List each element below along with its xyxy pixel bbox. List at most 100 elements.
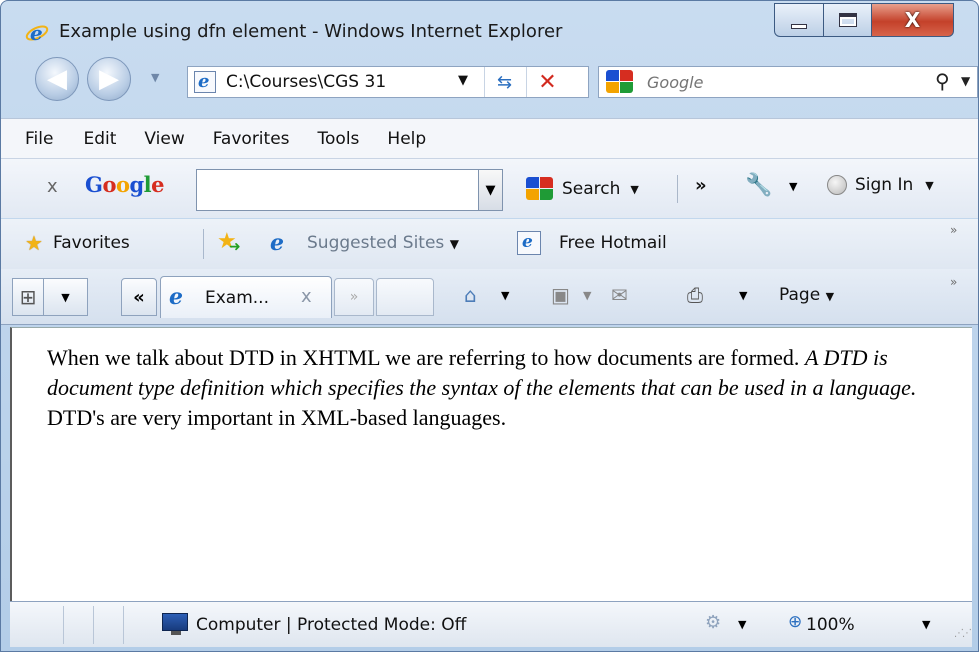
tab-list-button[interactable]: ▼ — [44, 278, 88, 316]
print-dropdown-icon[interactable]: ▼ — [739, 289, 747, 302]
tab-row: ⊞ ▼ « e Exam... x » ⌂ ▼ ▣ ▼ ✉ ⎙ ▼ Page ▼… — [1, 269, 978, 325]
minimize-button[interactable] — [774, 3, 824, 37]
menu-file[interactable]: File — [25, 129, 53, 149]
print-icon[interactable]: ⎙ — [687, 283, 703, 307]
maximize-button[interactable] — [824, 3, 872, 37]
paragraph-text-before: When we talk about DTD in XHTML we are r… — [47, 345, 805, 370]
feeds-icon[interactable]: ▣ — [551, 283, 570, 307]
toolbar-separator — [677, 175, 678, 203]
chevron-down-icon: ▼ — [61, 290, 70, 304]
window-title: Example using dfn element - Windows Inte… — [59, 21, 563, 42]
scroll-tabs-left-button[interactable]: « — [121, 278, 157, 316]
menu-favorites[interactable]: Favorites — [213, 129, 290, 149]
google-toolbar-search-input[interactable] — [196, 169, 479, 211]
logo-letter: g — [129, 172, 144, 197]
quick-tabs-button[interactable]: ⊞ — [12, 278, 44, 316]
scroll-tabs-right-button[interactable]: » — [334, 278, 374, 316]
favorites-button[interactable]: Favorites — [53, 233, 130, 253]
address-dropdown-icon[interactable]: ▼ — [458, 73, 468, 88]
google-search-label: Search — [562, 179, 621, 199]
title-bar[interactable]: e Example using dfn element - Windows In… — [1, 1, 978, 45]
maximize-icon — [838, 13, 857, 27]
scroll-right-icon: » — [349, 289, 359, 305]
command-bar-overflow-icon[interactable]: » — [950, 275, 957, 289]
svg-text:e: e — [30, 21, 43, 45]
refresh-icon: ⇆ — [496, 71, 513, 93]
menu-view[interactable]: View — [144, 129, 184, 149]
security-zone-text[interactable]: Computer | Protected Mode: Off — [196, 615, 466, 635]
new-tab-button[interactable] — [376, 278, 434, 316]
stop-icon: ✕ — [538, 69, 557, 95]
search-magnifier-icon[interactable]: ⚲ — [935, 69, 950, 93]
sign-in-button[interactable]: Sign In ▼ — [827, 175, 934, 195]
close-icon: X — [904, 8, 921, 32]
search-options-dropdown-icon[interactable]: ▼ — [961, 74, 970, 88]
minimize-icon — [791, 23, 807, 29]
chevron-down-icon: ▼ — [925, 178, 934, 192]
window-controls: X — [774, 3, 954, 37]
zoom-level[interactable]: 100% — [806, 615, 855, 635]
free-hotmail-link[interactable]: Free Hotmail — [559, 233, 667, 253]
menu-help[interactable]: Help — [387, 129, 426, 149]
ie-page-icon: e — [270, 230, 284, 256]
logo-letter: o — [115, 172, 130, 197]
recent-pages-dropdown[interactable]: ▼ — [151, 71, 165, 85]
favorites-bar-overflow-icon[interactable]: » — [950, 223, 957, 237]
favorites-separator — [203, 229, 204, 259]
google-search-provider-icon — [606, 70, 636, 94]
favorites-star-icon[interactable]: ★ — [25, 231, 43, 255]
more-buttons-chevron-icon[interactable]: » — [695, 175, 707, 196]
close-tab-icon[interactable]: x — [301, 286, 312, 307]
add-ons-icon[interactable]: ⚙ — [705, 612, 721, 633]
forward-arrow-icon: ▶ — [99, 64, 119, 94]
google-toolbar: x Google ▼ Search ▼ » 🔧 ▼ Sign In ▼ — [1, 158, 978, 218]
address-bar[interactable]: e ▼ ⇆ ✕ — [187, 66, 589, 98]
logo-letter: o — [102, 172, 116, 197]
suggested-sites-button[interactable]: Suggested Sites ▼ — [307, 233, 459, 253]
tab-active[interactable]: e Exam... x — [160, 276, 332, 318]
google-search-button[interactable]: Search ▼ — [526, 175, 639, 203]
search-input[interactable] — [647, 70, 877, 94]
forward-button[interactable]: ▶ — [87, 57, 131, 101]
ie-logo-icon: e — [25, 21, 49, 45]
suggested-sites-label: Suggested Sites — [307, 233, 445, 253]
ie-page-icon: e — [169, 284, 183, 310]
sign-in-label: Sign In — [855, 175, 914, 195]
computer-zone-icon — [162, 613, 188, 635]
search-box[interactable]: ⚲ ▼ — [598, 66, 978, 98]
zoom-dropdown-icon[interactable]: ▼ — [922, 618, 930, 631]
page-menu-button[interactable]: Page ▼ — [779, 285, 834, 305]
close-window-button[interactable]: X — [872, 3, 954, 37]
read-mail-icon[interactable]: ✉ — [611, 283, 628, 307]
navigation-bar: ◀ ▶ ▼ e ▼ ⇆ ✕ ⚲ ▼ — [1, 51, 978, 105]
google-toolbar-dropdown-button[interactable]: ▼ — [479, 169, 503, 211]
feeds-dropdown-icon[interactable]: ▼ — [583, 289, 591, 302]
home-icon[interactable]: ⌂ — [464, 283, 477, 307]
page-menu-label: Page — [779, 285, 821, 305]
toolbar-close-icon[interactable]: x — [47, 176, 58, 197]
status-cell — [64, 606, 94, 644]
add-ons-dropdown-icon[interactable]: ▼ — [738, 618, 746, 631]
menu-tools[interactable]: Tools — [318, 129, 360, 149]
chevron-down-icon: ▼ — [449, 237, 459, 251]
wrench-settings-icon[interactable]: 🔧 — [745, 173, 772, 198]
resize-grip-icon[interactable]: ⋰⋰ — [954, 628, 972, 639]
account-icon — [827, 175, 847, 195]
back-button[interactable]: ◀ — [35, 57, 79, 101]
add-to-favorites-bar-icon[interactable]: ★ ➜ — [217, 229, 241, 255]
home-dropdown-icon[interactable]: ▼ — [501, 289, 509, 302]
favorites-bar: ★ Favorites ★ ➜ e Suggested Sites ▼ e Fre… — [1, 219, 978, 269]
address-input[interactable] — [226, 70, 451, 94]
status-bar: Computer | Protected Mode: Off ⚙ ▼ ⊕ 100… — [10, 601, 972, 647]
refresh-button[interactable]: ⇆ — [484, 67, 524, 97]
logo-letter: G — [85, 172, 103, 197]
page-content: When we talk about DTD in XHTML we are r… — [10, 327, 972, 601]
status-cell — [94, 606, 124, 644]
google-icon — [526, 177, 556, 201]
chevron-down-icon: ▼ — [825, 290, 835, 303]
google-logo: Google — [85, 172, 165, 197]
settings-dropdown-icon[interactable]: ▼ — [789, 180, 797, 193]
zoom-magnifier-icon[interactable]: ⊕ — [788, 612, 802, 632]
menu-edit[interactable]: Edit — [83, 129, 116, 149]
stop-button[interactable]: ✕ — [526, 67, 568, 97]
